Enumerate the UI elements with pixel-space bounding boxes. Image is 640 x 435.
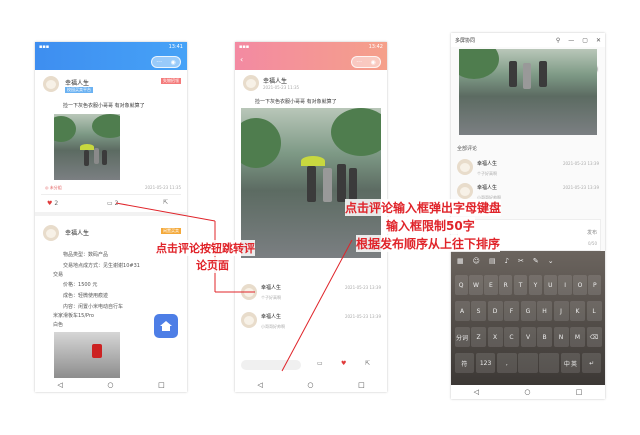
annotation-left-line2: 论页面	[196, 257, 229, 273]
annotation-right-line1: 点击评论输入框弹出字母键盘	[345, 199, 502, 216]
annotation-left-line1: 点击评论按钮跳转评	[156, 240, 255, 256]
annotation-right-line2: 输入框限制50字	[386, 217, 475, 234]
annotation-arrow-left	[115, 202, 353, 372]
annotation-right-line3: 根据发布顺序从上往下排序	[356, 235, 501, 252]
